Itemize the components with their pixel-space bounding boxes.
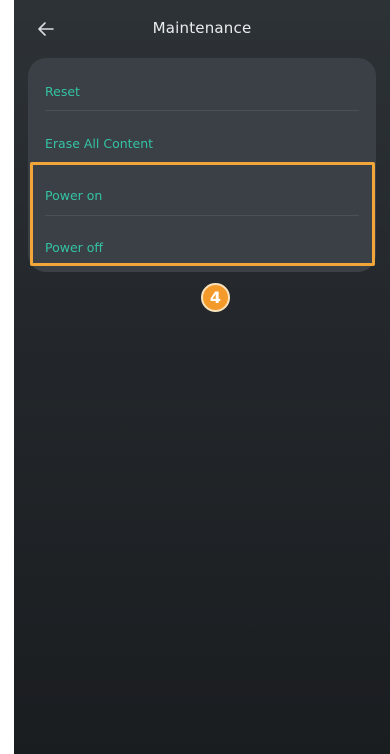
menu-item-label: Reset — [45, 84, 80, 99]
divider — [45, 110, 359, 111]
step-number-badge: 4 — [201, 283, 230, 312]
menu-item-label: Erase All Content — [45, 136, 154, 151]
phone-screen: Maintenance Reset Erase All Content Powe… — [14, 0, 390, 754]
page-title: Maintenance — [152, 19, 252, 37]
highlight-box — [30, 162, 375, 266]
header-bar: Maintenance — [14, 0, 390, 58]
